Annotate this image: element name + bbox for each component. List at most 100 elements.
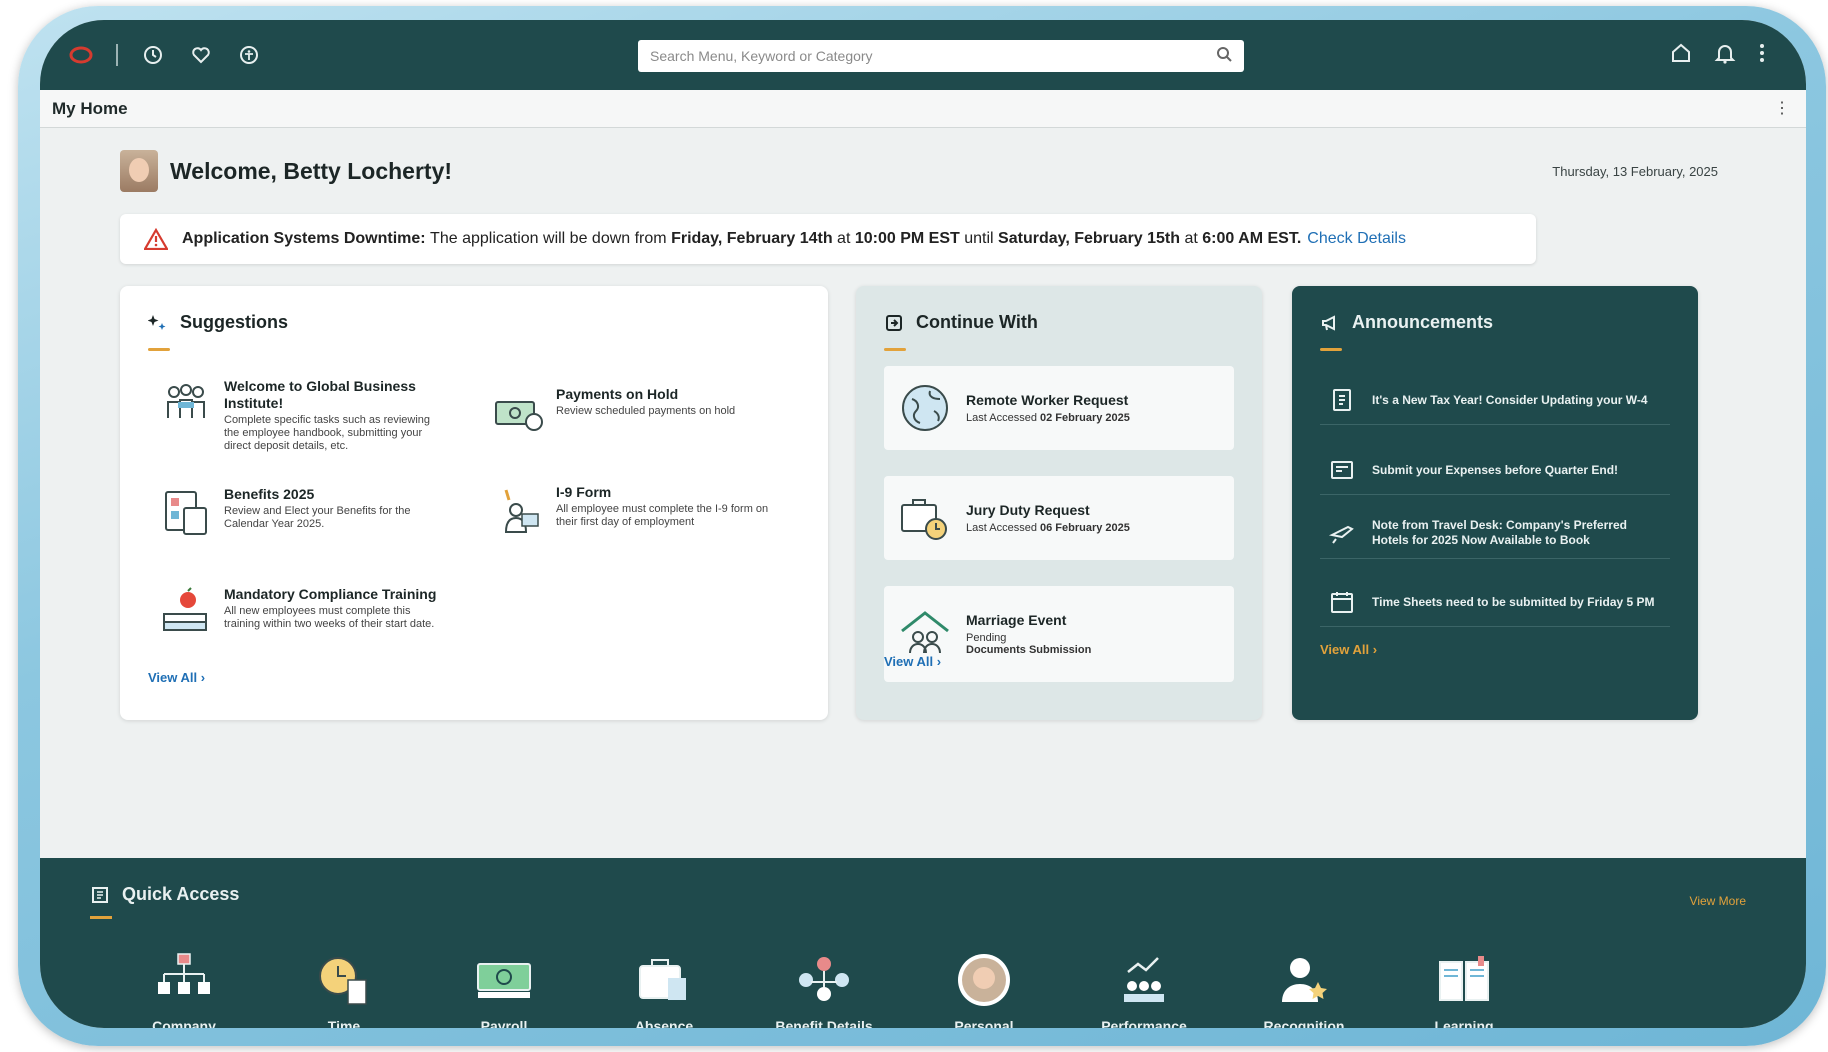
header-accent (884, 348, 906, 351)
suggestion-title: Welcome to Global Business Institute! (224, 378, 416, 411)
topbar-right-icons (1670, 42, 1766, 69)
quick-tile-time[interactable]: Time (264, 950, 424, 1028)
suggestion-title: I-9 Form (556, 484, 612, 500)
check-details-link[interactable]: Check Details (1307, 230, 1406, 248)
announcements-title: Announcements (1352, 312, 1494, 332)
announcement-text: Submit your Expenses before Quarter End! (1372, 462, 1619, 477)
suggestions-view-all-link[interactable]: View All › (148, 670, 205, 685)
announcement-item[interactable]: It's a New Tax Year! Consider Updating y… (1320, 376, 1670, 425)
quick-access-icon (92, 886, 108, 903)
announcement-item[interactable]: Time Sheets need to be submitted by Frid… (1320, 578, 1670, 627)
sparkle-icon (148, 314, 166, 330)
announcements-card: Announcements It's a New Tax Year! Consi… (1292, 286, 1698, 720)
divider (116, 44, 118, 66)
main-content: Welcome, Betty Locherty! Thursday, 13 Fe… (40, 128, 1806, 858)
suggestion-item[interactable]: Mandatory Compliance Training All new em… (160, 586, 440, 638)
travel-icon (1328, 525, 1354, 544)
welcome-text: Welcome, Betty Locherty! (170, 157, 453, 184)
announcement-text: Time Sheets need to be submitted by Frid… (1372, 594, 1655, 609)
view-more-link[interactable]: View More (1690, 894, 1746, 908)
continue-title: Continue With (916, 312, 1038, 332)
quick-tile-personal[interactable]: Personal (904, 950, 1064, 1028)
suggestion-title: Payments on Hold (556, 386, 679, 402)
quick-tile-payroll[interactable]: Payroll (424, 950, 584, 1028)
continue-item[interactable]: Jury Duty Request Last Accessed 06 Febru… (884, 476, 1234, 560)
continue-view-all-link[interactable]: View All › (884, 654, 941, 669)
statue-icon (504, 489, 539, 533)
alert-until: until (964, 230, 994, 247)
view-all-label: View All (1320, 642, 1370, 657)
alert-text: The application will be down from (430, 230, 667, 247)
more-options-icon[interactable] (1758, 42, 1766, 69)
notifications-bell-icon[interactable] (1714, 42, 1736, 69)
quick-tile-recognition[interactable]: Recognition (1224, 950, 1384, 1028)
continue-item[interactable]: Remote Worker Request Last Accessed 02 F… (884, 366, 1234, 450)
continue-header: Continue With (884, 312, 1038, 351)
continue-item-sub: Last Accessed 06 February 2025 (966, 522, 1130, 534)
page-actions-icon[interactable]: ⋮ (1774, 98, 1790, 118)
alert-at: at (1184, 230, 1198, 247)
header-accent (1320, 348, 1342, 351)
favorites-icon[interactable] (188, 42, 214, 68)
announcements-view-all-link[interactable]: View All › (1320, 642, 1377, 657)
briefcase-clock-icon (901, 499, 947, 540)
search-icon[interactable] (1216, 46, 1232, 67)
recent-history-icon[interactable] (140, 42, 166, 68)
suggestion-item[interactable]: Benefits 2025 Review and Elect your Bene… (160, 486, 440, 538)
sub-prefix: Pending (966, 632, 1007, 644)
quick-tile-absence[interactable]: Absence (584, 950, 744, 1028)
announcement-item[interactable]: Submit your Expenses before Quarter End! (1320, 446, 1670, 495)
device-frame: My Home ⋮ Welcome, Betty Locherty! Thurs… (18, 6, 1826, 1046)
sub-prefix: Last Accessed (966, 412, 1037, 424)
suggestion-item[interactable]: Welcome to Global Business Institute! Co… (160, 378, 440, 453)
page-title: My Home (52, 98, 128, 118)
suggestion-item[interactable]: I-9 Form All employee must complete the … (492, 484, 792, 536)
money-icon (495, 401, 543, 431)
quick-tile-label: Benefit Details (775, 1018, 873, 1028)
group-people-icon (167, 384, 205, 418)
suggestion-desc: Review and Elect your Benefits for the C… (224, 505, 411, 530)
team-growth-icon (1124, 957, 1164, 1002)
alert-start-time: 10:00 PM EST (854, 230, 960, 247)
house-family-icon (901, 611, 949, 654)
sub-date: 06 February 2025 (1040, 522, 1130, 534)
open-book-icon (1439, 956, 1489, 1001)
quick-access-tiles: Company Time Payroll Absence Benefit Det… (104, 950, 1544, 1028)
topbar-left-icons (68, 42, 628, 68)
continue-with-card: Continue With Remote Worker Request Last… (856, 286, 1262, 720)
quick-access-title: Quick Access (122, 884, 240, 904)
quick-tile-label: Absence (634, 1018, 694, 1028)
quick-tile-benefit-details[interactable]: Benefit Details (744, 950, 904, 1028)
suitcase-icon (639, 959, 686, 1000)
suggestions-title: Suggestions (180, 312, 289, 332)
continue-icon (886, 314, 902, 331)
continue-item-sub: Pending Documents Submission (966, 632, 1091, 656)
home-icon[interactable] (1670, 42, 1692, 69)
suggestion-desc: All employee must complete the I-9 form … (556, 503, 769, 528)
quick-tile-company[interactable]: Company (104, 950, 264, 1028)
view-all-label: View All (148, 670, 198, 685)
quick-access-panel: Quick Access View More Company Time Payr… (40, 858, 1806, 1028)
clock-document-icon (319, 957, 367, 1005)
alert-at: at (837, 230, 851, 247)
search-input[interactable] (650, 48, 1216, 64)
quick-tile-performance[interactable]: Performance (1064, 950, 1224, 1028)
quick-tile-label: Company (152, 1018, 216, 1028)
logo-icon[interactable] (68, 42, 94, 68)
suggestions-header: Suggestions (148, 312, 289, 351)
profile-photo-icon (958, 954, 1010, 1006)
search-box[interactable] (638, 40, 1244, 72)
accessibility-icon[interactable] (236, 42, 262, 68)
suggestions-card: Suggestions Welcome to Global Business I… (120, 286, 828, 720)
people-network-icon (799, 957, 849, 1001)
training-apple-icon (163, 587, 207, 631)
view-all-label: View All (884, 654, 934, 669)
announcement-item[interactable]: Note from Travel Desk: Company's Preferr… (1320, 508, 1670, 559)
quick-tile-label: Performance (1101, 1018, 1187, 1028)
avatar[interactable] (120, 150, 158, 192)
megaphone-icon (1322, 314, 1335, 331)
current-date: Thursday, 13 February, 2025 (1552, 164, 1718, 179)
announcement-text: It's a New Tax Year! Consider Updating y… (1372, 392, 1648, 407)
suggestion-item[interactable]: Payments on Hold Review scheduled paymen… (492, 386, 772, 438)
quick-tile-learning[interactable]: Learning (1384, 950, 1544, 1028)
